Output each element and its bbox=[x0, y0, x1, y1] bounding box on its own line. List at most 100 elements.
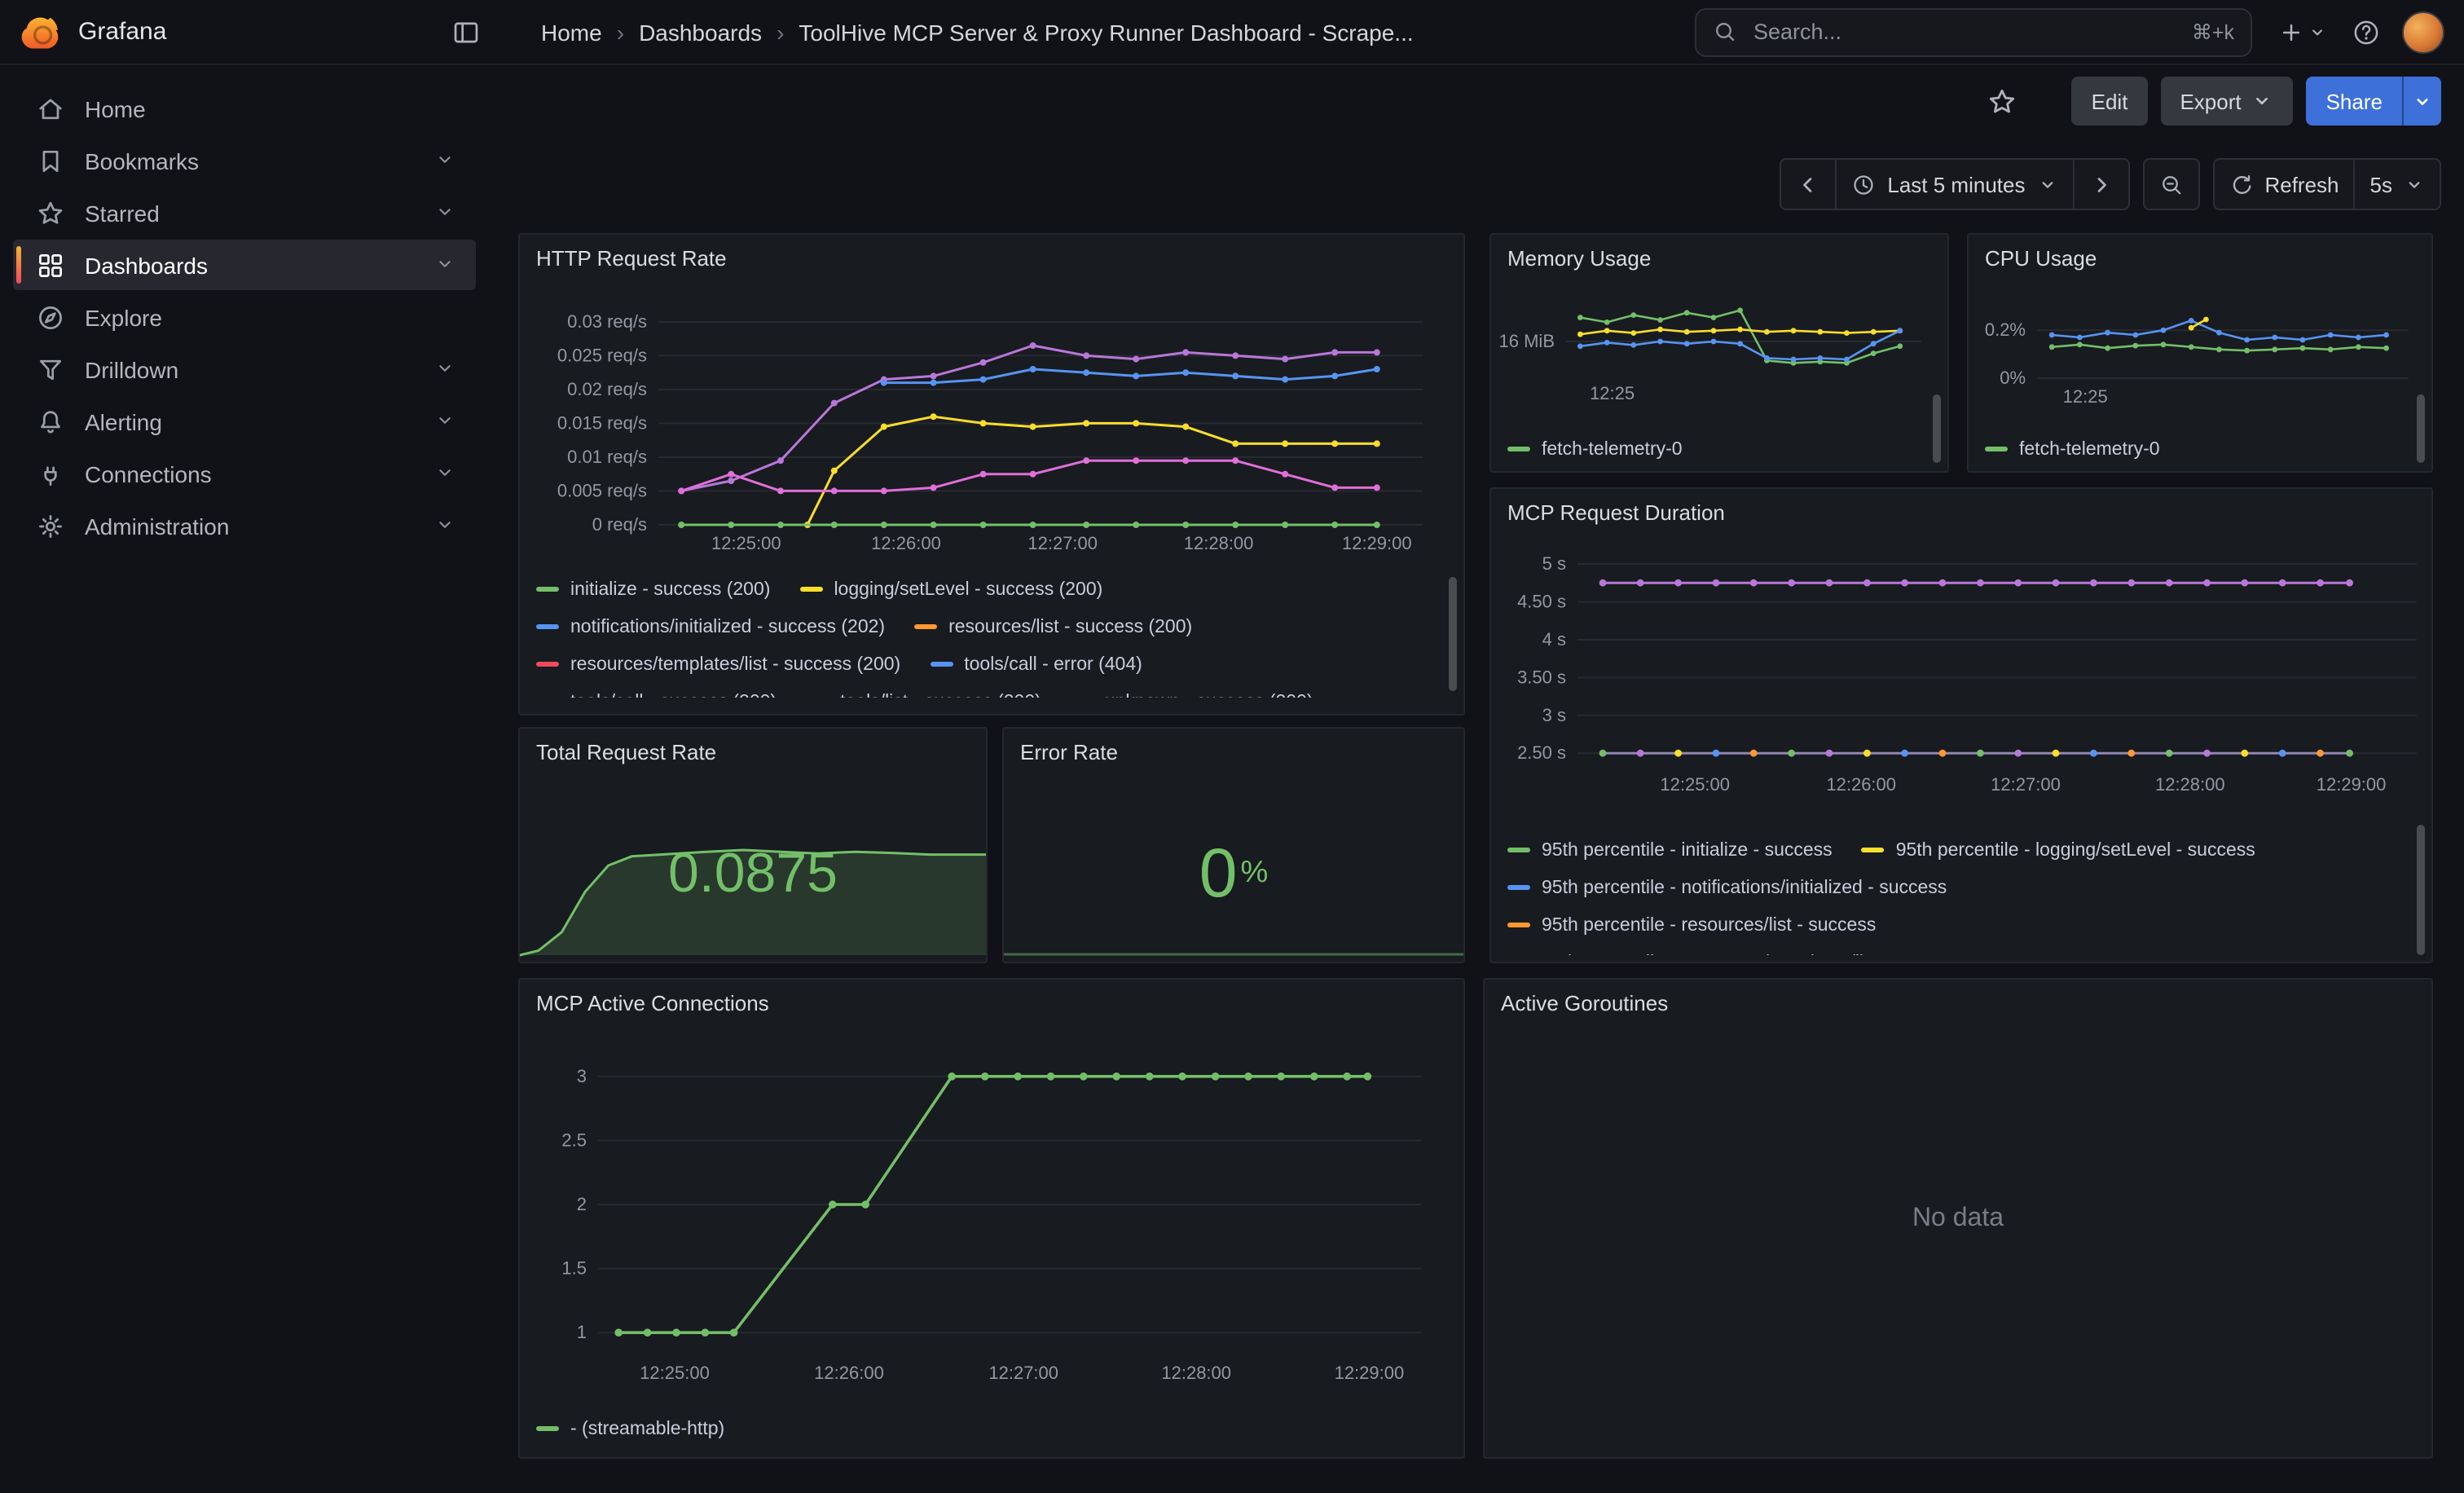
panel-cpu-usage: CPU Usage 0.2%0%12:25 fetch-telemetry-0 bbox=[1967, 233, 2433, 473]
memory-usage-chart[interactable]: 16 MiB12:25 bbox=[1494, 277, 1944, 427]
svg-text:12:25:00: 12:25:00 bbox=[1660, 774, 1730, 795]
scrollbar-thumb[interactable] bbox=[2417, 394, 2425, 463]
mcp-active-connections-chart[interactable]: 32.521.5112:25:0012:26:0012:27:0012:28:0… bbox=[523, 1025, 1460, 1394]
dashboards-grid-icon bbox=[36, 250, 65, 280]
legend-item[interactable]: logging/setLevel - success (200) bbox=[799, 579, 1102, 599]
chevron-down-icon[interactable] bbox=[433, 460, 460, 487]
legend-item[interactable]: 95th percentile - resources/list - succe… bbox=[1507, 915, 1876, 935]
search-input[interactable]: ⌘+k bbox=[1695, 7, 2252, 56]
legend-row: fetch-telemetry-0 bbox=[1507, 430, 1921, 468]
error-rate-unit: % bbox=[1240, 857, 1268, 888]
legend-row: notifications/initialized - success (202… bbox=[536, 608, 1437, 645]
sidebar-item-home[interactable]: Home bbox=[13, 83, 476, 134]
legend-item[interactable]: tools/call - success (200) bbox=[536, 692, 777, 698]
legend-item[interactable]: initialize - success (200) bbox=[536, 579, 770, 599]
sidebar-item-alerting[interactable]: Alerting bbox=[13, 396, 476, 447]
sidebar-item-starred[interactable]: Starred bbox=[13, 187, 476, 238]
legend-swatch bbox=[536, 662, 559, 667]
sidebar-item-drilldown[interactable]: Drilldown bbox=[13, 344, 476, 394]
breadcrumb-item[interactable]: Home bbox=[541, 19, 602, 45]
home-icon bbox=[36, 94, 65, 123]
panel-title[interactable]: MCP Active Connections bbox=[536, 991, 769, 1015]
legend-swatch bbox=[1507, 447, 1530, 451]
chevron-down-icon[interactable] bbox=[433, 356, 460, 382]
legend-item[interactable]: unknown - success (200) bbox=[1071, 692, 1313, 698]
legend-item[interactable]: tools/list - success (200) bbox=[806, 692, 1041, 698]
sidebar-toggle-button[interactable] bbox=[443, 9, 489, 55]
sidebar-item-label: Explore bbox=[85, 304, 162, 330]
legend-swatch bbox=[1507, 848, 1530, 852]
legend-label: 95th percentile - initialize - success bbox=[1542, 840, 1833, 860]
svg-text:0.03 req/s: 0.03 req/s bbox=[567, 311, 647, 332]
svg-text:2.5: 2.5 bbox=[561, 1130, 587, 1150]
bell-icon bbox=[36, 407, 65, 436]
panel-title[interactable]: Memory Usage bbox=[1507, 246, 1651, 271]
mcp-active-connections-legend: - (streamable-http) bbox=[536, 1410, 1437, 1449]
http-request-rate-legend: initialize - success (200) logging/setLev… bbox=[536, 570, 1437, 698]
header-left: Grafana bbox=[20, 9, 489, 55]
grafana-logo[interactable] bbox=[20, 11, 62, 53]
mcp-request-duration-chart[interactable]: 5 s4.50 s4 s3.50 s3 s2.50 s12:25:0012:26… bbox=[1494, 535, 2428, 825]
panel-title[interactable]: HTTP Request Rate bbox=[536, 246, 727, 271]
panel-title[interactable]: CPU Usage bbox=[1985, 246, 2097, 271]
svg-text:0%: 0% bbox=[2000, 368, 2026, 388]
legend-item[interactable]: - (streamable-http) bbox=[536, 1419, 724, 1438]
svg-text:12:27:00: 12:27:00 bbox=[1991, 774, 2061, 795]
breadcrumb-item[interactable]: Dashboards bbox=[639, 19, 762, 45]
compass-icon bbox=[36, 302, 65, 332]
legend-row: resources/templates/list - success (200)… bbox=[536, 645, 1437, 683]
cpu-usage-chart[interactable]: 0.2%0%12:25 bbox=[1972, 277, 2428, 427]
legend-item[interactable]: fetch-telemetry-0 bbox=[1507, 439, 1683, 459]
legend-swatch bbox=[536, 587, 559, 592]
no-data-message: No data bbox=[1485, 980, 2431, 1457]
bookmark-icon bbox=[36, 146, 65, 175]
chevron-down-icon[interactable] bbox=[433, 200, 460, 226]
sidebar-item-connections[interactable]: Connections bbox=[13, 448, 476, 499]
search-icon bbox=[1713, 20, 1737, 44]
memory-usage-legend: fetch-telemetry-0 bbox=[1507, 430, 1921, 469]
scrollbar-thumb[interactable] bbox=[1933, 394, 1941, 463]
scrollbar-thumb[interactable] bbox=[2417, 825, 2425, 955]
legend-row: 95th percentile - resources/list - succe… bbox=[1507, 906, 2405, 944]
sidebar-item-explore[interactable]: Explore bbox=[13, 292, 476, 342]
legend-item[interactable]: resources/list - success (200) bbox=[914, 617, 1192, 636]
svg-text:12:29:00: 12:29:00 bbox=[1335, 1363, 1405, 1383]
sidebar-item-administration[interactable]: Administration bbox=[13, 500, 476, 551]
sidebar-item-bookmarks[interactable]: Bookmarks bbox=[13, 135, 476, 186]
panel-mcp-active-connections: MCP Active Connections 32.521.5112:25:00… bbox=[518, 978, 1465, 1459]
legend-item[interactable]: 95th percentile - logging/setLevel - suc… bbox=[1862, 840, 2255, 860]
avatar[interactable] bbox=[2402, 11, 2444, 53]
search-field[interactable] bbox=[1750, 18, 2179, 46]
total-request-rate-value: 0.0875 bbox=[668, 845, 838, 901]
legend-item[interactable]: 95th percentile - notifications/initiali… bbox=[1507, 878, 1947, 897]
legend-item[interactable]: tools/call - error (404) bbox=[930, 654, 1142, 674]
top-header: Grafana Home›Dashboards›ToolHive MCP Ser… bbox=[0, 0, 2464, 65]
search-shortcut: ⌘+k bbox=[2192, 20, 2234, 44]
legend-item[interactable]: 95th percentile - initialize - success bbox=[1507, 840, 1833, 860]
http-request-rate-chart[interactable]: 0.03 req/s0.025 req/s0.02 req/s0.015 req… bbox=[523, 284, 1460, 564]
legend-item[interactable]: 95th percentile - resources/templates/li… bbox=[1507, 953, 1962, 955]
chevron-down-icon[interactable] bbox=[433, 408, 460, 434]
panel-http-request-rate: HTTP Request Rate 0.03 req/s0.025 req/s0… bbox=[518, 233, 1465, 716]
chevron-down-icon[interactable] bbox=[433, 252, 460, 278]
chevron-down-icon[interactable] bbox=[433, 513, 460, 539]
scrollbar-thumb[interactable] bbox=[1449, 577, 1457, 691]
help-button[interactable] bbox=[2343, 9, 2389, 55]
svg-text:1.5: 1.5 bbox=[561, 1258, 587, 1279]
legend-label: tools/call - error (404) bbox=[964, 654, 1142, 674]
legend-item[interactable]: resources/templates/list - success (200) bbox=[536, 654, 900, 674]
chevron-down-icon[interactable] bbox=[433, 148, 460, 174]
legend-item[interactable]: fetch-telemetry-0 bbox=[1985, 439, 2160, 459]
sidebar-item-dashboards[interactable]: Dashboards bbox=[13, 240, 476, 290]
legend-row: - (streamable-http) bbox=[536, 1410, 1437, 1447]
sidebar-item-label: Connections bbox=[85, 460, 212, 487]
svg-text:4.50 s: 4.50 s bbox=[1517, 592, 1566, 612]
breadcrumb-separator: › bbox=[777, 19, 784, 45]
panel-title[interactable]: MCP Request Duration bbox=[1507, 500, 1725, 525]
new-button[interactable] bbox=[2275, 15, 2330, 48]
legend-swatch bbox=[536, 624, 559, 629]
svg-text:0.005 req/s: 0.005 req/s bbox=[557, 480, 647, 500]
legend-item[interactable]: notifications/initialized - success (202… bbox=[536, 617, 885, 636]
legend-swatch bbox=[914, 624, 937, 629]
star-icon bbox=[36, 198, 65, 227]
